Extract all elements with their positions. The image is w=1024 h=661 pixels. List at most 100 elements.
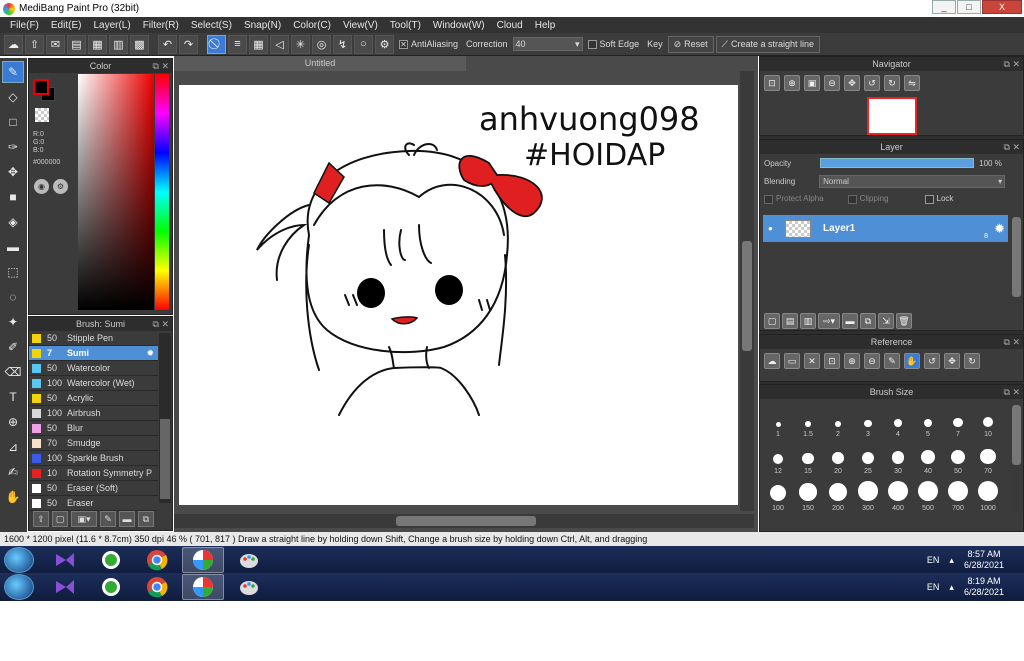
- brush-size-option[interactable]: 25: [853, 440, 883, 477]
- chrome-icon[interactable]: [136, 574, 178, 600]
- brush-type-icon[interactable]: ▣▾: [71, 511, 97, 527]
- menu-help[interactable]: Help: [529, 20, 562, 31]
- paint-icon[interactable]: [228, 547, 270, 573]
- medibang-paint-icon[interactable]: [182, 574, 224, 600]
- snap-grid-icon[interactable]: ▦: [249, 34, 268, 54]
- grid-icon[interactable]: ▩: [130, 34, 149, 54]
- opacity-slider[interactable]: [820, 158, 975, 168]
- menu-cloud[interactable]: Cloud: [491, 20, 529, 31]
- zoom-fit-icon[interactable]: ⊡: [764, 75, 780, 91]
- page-icon[interactable]: ▦: [88, 34, 107, 54]
- visual-studio-icon[interactable]: [44, 574, 86, 600]
- brush-item[interactable]: 100 Sparkle Brush: [29, 451, 158, 466]
- zoom-in-icon[interactable]: ⊕: [784, 75, 800, 91]
- document-tab[interactable]: Untitled: [174, 56, 466, 71]
- brush-size-option[interactable]: 7: [943, 403, 973, 440]
- brush-item[interactable]: 10 Rotation Symmetry P: [29, 466, 158, 481]
- snap-perspective-icon[interactable]: ◁: [270, 34, 289, 54]
- move-tool-icon[interactable]: ✥: [2, 161, 24, 183]
- panel-buttons[interactable]: ⧉ ✕: [153, 59, 169, 73]
- reset-button[interactable]: ⊘ Reset: [667, 35, 714, 53]
- brush-size-option[interactable]: 500: [913, 477, 943, 514]
- pen-tool-icon[interactable]: ✑: [2, 136, 24, 158]
- brush-size-option[interactable]: 3: [853, 403, 883, 440]
- brush-list-scrollbar[interactable]: [159, 333, 171, 503]
- brush-size-option[interactable]: 30: [883, 440, 913, 477]
- brush-size-option[interactable]: 12: [763, 440, 793, 477]
- menu-color[interactable]: Color(C): [287, 20, 337, 31]
- duplicate-layer-icon[interactable]: ⧉: [860, 313, 876, 329]
- comment-icon[interactable]: ✉: [46, 34, 65, 54]
- medibang-app-icon[interactable]: [90, 547, 132, 573]
- medibang-paint-icon[interactable]: [182, 547, 224, 573]
- lasso-tool-icon[interactable]: ◌: [2, 286, 24, 308]
- menu-tool[interactable]: Tool(T): [384, 20, 427, 31]
- cloud-icon[interactable]: ☁: [4, 34, 23, 54]
- snap-off-icon[interactable]: ⃠: [207, 34, 226, 54]
- menu-file[interactable]: File(F): [4, 20, 45, 31]
- gradient-tool-icon[interactable]: ▬: [2, 236, 24, 258]
- brush-size-option[interactable]: 2: [823, 403, 853, 440]
- brush-size-scrollbar[interactable]: [1010, 403, 1022, 513]
- brush-settings-icon[interactable]: ✹: [146, 348, 158, 359]
- menu-snap[interactable]: Snap(N): [238, 20, 287, 31]
- brush-size-option[interactable]: 70: [973, 440, 1003, 477]
- panel-buttons[interactable]: ⧉ ✕: [1004, 57, 1020, 71]
- brush-size-option[interactable]: 300: [853, 477, 883, 514]
- select-tool-icon[interactable]: ⬚: [2, 261, 24, 283]
- brush-size-option[interactable]: 10: [973, 403, 1003, 440]
- text-tool-icon[interactable]: T: [2, 386, 24, 408]
- brush-item[interactable]: 50 Watercolor: [29, 361, 158, 376]
- straight-line-button[interactable]: ⟋ Create a straight line: [715, 35, 821, 53]
- drawing-canvas[interactable]: anhvuong098 #HOIDAP: [179, 85, 738, 505]
- snap-parallel-icon[interactable]: ≡: [228, 34, 247, 54]
- flip-icon[interactable]: ⇋: [904, 75, 920, 91]
- navigator-thumbnail[interactable]: [867, 97, 917, 135]
- brush-size-option[interactable]: 1.5: [793, 403, 823, 440]
- menu-window[interactable]: Window(W): [427, 20, 491, 31]
- snap-circle-icon[interactable]: ◎: [312, 34, 331, 54]
- rotate-right-icon[interactable]: ↻: [884, 75, 900, 91]
- new-1bit-layer-icon[interactable]: ▥: [800, 313, 816, 329]
- start-button[interactable]: [4, 547, 34, 573]
- brush-size-option[interactable]: 100: [763, 477, 793, 514]
- fit-window-icon[interactable]: ✥: [844, 75, 860, 91]
- upload-icon[interactable]: ⇧: [25, 34, 44, 54]
- lock-checkbox[interactable]: Lock: [924, 194, 953, 204]
- snap-settings-icon[interactable]: ⚙: [375, 34, 394, 54]
- visual-studio-icon[interactable]: [44, 547, 86, 573]
- color-settings-icon[interactable]: ⚙: [53, 179, 68, 194]
- maximize-button[interactable]: □: [957, 0, 981, 14]
- correction-select[interactable]: 40 ▾: [512, 37, 583, 51]
- brush-size-option[interactable]: 20: [823, 440, 853, 477]
- layer-settings-icon[interactable]: ✹: [994, 221, 1005, 237]
- add-layer-menu-icon[interactable]: ⇨▾: [818, 313, 840, 329]
- layer-row[interactable]: ● Layer1 8 ✹: [763, 215, 1008, 242]
- select-eraser-tool-icon[interactable]: ⌫: [2, 361, 24, 383]
- eraser-tool-icon[interactable]: ◇: [2, 86, 24, 108]
- blending-select[interactable]: Normal ▾: [819, 174, 1006, 188]
- ref-fit-icon[interactable]: ✥: [944, 353, 960, 369]
- layer-scrollbar[interactable]: [1010, 215, 1022, 305]
- clock[interactable]: 8:19 AM 6/28/2021: [964, 576, 1004, 598]
- menu-select[interactable]: Select(S): [185, 20, 238, 31]
- saturation-value-picker[interactable]: [78, 74, 154, 310]
- menu-view[interactable]: View(V): [337, 20, 384, 31]
- brush-tool-icon[interactable]: ✎: [2, 61, 24, 83]
- menu-layer[interactable]: Layer(L): [87, 20, 136, 31]
- ref-rotate-left-icon[interactable]: ↺: [924, 353, 940, 369]
- language-indicator[interactable]: EN: [927, 555, 940, 565]
- brush-item[interactable]: 7 Sumi ✹: [29, 346, 158, 361]
- delete-layer-icon[interactable]: 🗑: [896, 313, 912, 329]
- pages-icon[interactable]: ▥: [109, 34, 128, 54]
- document-icon[interactable]: ▤: [67, 34, 86, 54]
- new-halftone-layer-icon[interactable]: ▤: [782, 313, 798, 329]
- ref-open-icon[interactable]: ▭: [784, 353, 800, 369]
- brush-item[interactable]: 50 Stipple Pen: [29, 331, 158, 346]
- brush-size-option[interactable]: 1: [763, 403, 793, 440]
- copy-brush-icon[interactable]: ⧉: [138, 511, 154, 527]
- select-pen-tool-icon[interactable]: ✐: [2, 336, 24, 358]
- actual-size-icon[interactable]: ▣: [804, 75, 820, 91]
- snap-ellipse-icon[interactable]: ○: [354, 34, 373, 54]
- brush-size-option[interactable]: 150: [793, 477, 823, 514]
